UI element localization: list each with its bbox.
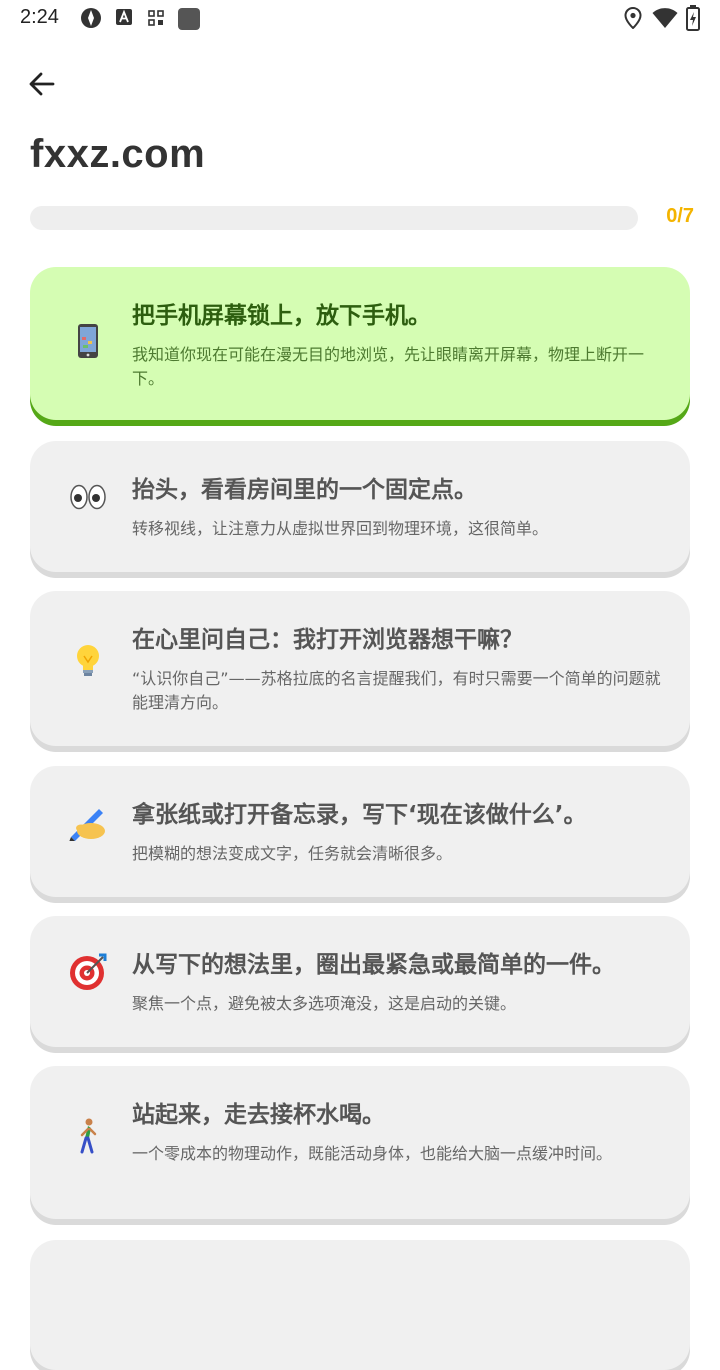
- task-card[interactable]: 抬头，看看房间里的一个固定点。 转移视线，让注意力从虚拟世界回到物理环境，这很简…: [30, 441, 690, 572]
- status-time: 2:24: [20, 6, 59, 28]
- grid-icon: [148, 10, 164, 26]
- page-title: fxxz.com: [30, 132, 206, 176]
- target-icon: [66, 950, 110, 994]
- task-desc: 我知道你现在可能在漫无目的地浏览，先让眼睛离开屏幕，物理上断开一下。: [132, 345, 645, 388]
- lightbulb-icon: [66, 639, 110, 683]
- progress-count: 0/7: [666, 205, 694, 227]
- task-title: 从写下的想法里，圈出最紧急或最简单的一件。: [132, 952, 615, 978]
- battery-charging-icon: [686, 5, 700, 31]
- location-icon: [624, 7, 642, 29]
- status-bar: 2:24: [0, 0, 720, 38]
- task-desc: “认识你自己”——苏格拉底的名言提醒我们，有时只需要一个简单的问题就能理清方向。: [132, 669, 661, 712]
- task-desc: 聚焦一个点，避免被太多选项淹没，这是启动的关键。: [132, 994, 517, 1013]
- task-title: 在心里问自己：我打开浏览器想干嘛？: [132, 627, 523, 653]
- task-card[interactable]: 把手机屏幕锁上，放下手机。 我知道你现在可能在漫无目的地浏览，先让眼睛离开屏幕，…: [30, 267, 690, 420]
- task-title: 抬头，看看房间里的一个固定点。: [132, 477, 477, 503]
- task-card[interactable]: 从写下的想法里，圈出最紧急或最简单的一件。 聚焦一个点，避免被太多选项淹没，这是…: [30, 916, 690, 1047]
- a-icon: [116, 9, 132, 25]
- back-button[interactable]: [22, 64, 62, 104]
- writing-hand-icon: [66, 802, 110, 846]
- back-arrow-icon: [29, 72, 55, 96]
- task-card[interactable]: 站起来，走去接杯水喝。 一个零成本的物理动作，既能活动身体，也能给大脑一点缓冲时…: [30, 1066, 690, 1219]
- task-title: 拿张纸或打开备忘录，写下‘现在该做什么’。: [132, 802, 587, 828]
- task-title: 站起来，走去接杯水喝。: [132, 1102, 385, 1128]
- task-desc: 转移视线，让注意力从虚拟世界回到物理环境，这很简单。: [132, 519, 549, 538]
- task-title: 把手机屏幕锁上，放下手机。: [132, 303, 431, 329]
- progress-bar: [30, 206, 638, 230]
- walking-person-icon: [66, 1114, 110, 1158]
- task-card[interactable]: 拿张纸或打开备忘录，写下‘现在该做什么’。 把模糊的想法变成文字，任务就会清晰很…: [30, 766, 690, 897]
- task-card[interactable]: 在心里问自己：我打开浏览器想干嘛？ “认识你自己”——苏格拉底的名言提醒我们，有…: [30, 591, 690, 746]
- task-desc: 一个零成本的物理动作，既能活动身体，也能给大脑一点缓冲时间。: [132, 1144, 613, 1163]
- wifi-icon: [652, 8, 678, 28]
- phone-icon: [66, 319, 110, 363]
- app-square-icon: [178, 8, 200, 30]
- task-desc: 把模糊的想法变成文字，任务就会清晰很多。: [132, 844, 453, 863]
- vpn-icon: [81, 8, 101, 28]
- eyes-icon: [66, 475, 110, 519]
- task-card-partial[interactable]: [30, 1240, 690, 1370]
